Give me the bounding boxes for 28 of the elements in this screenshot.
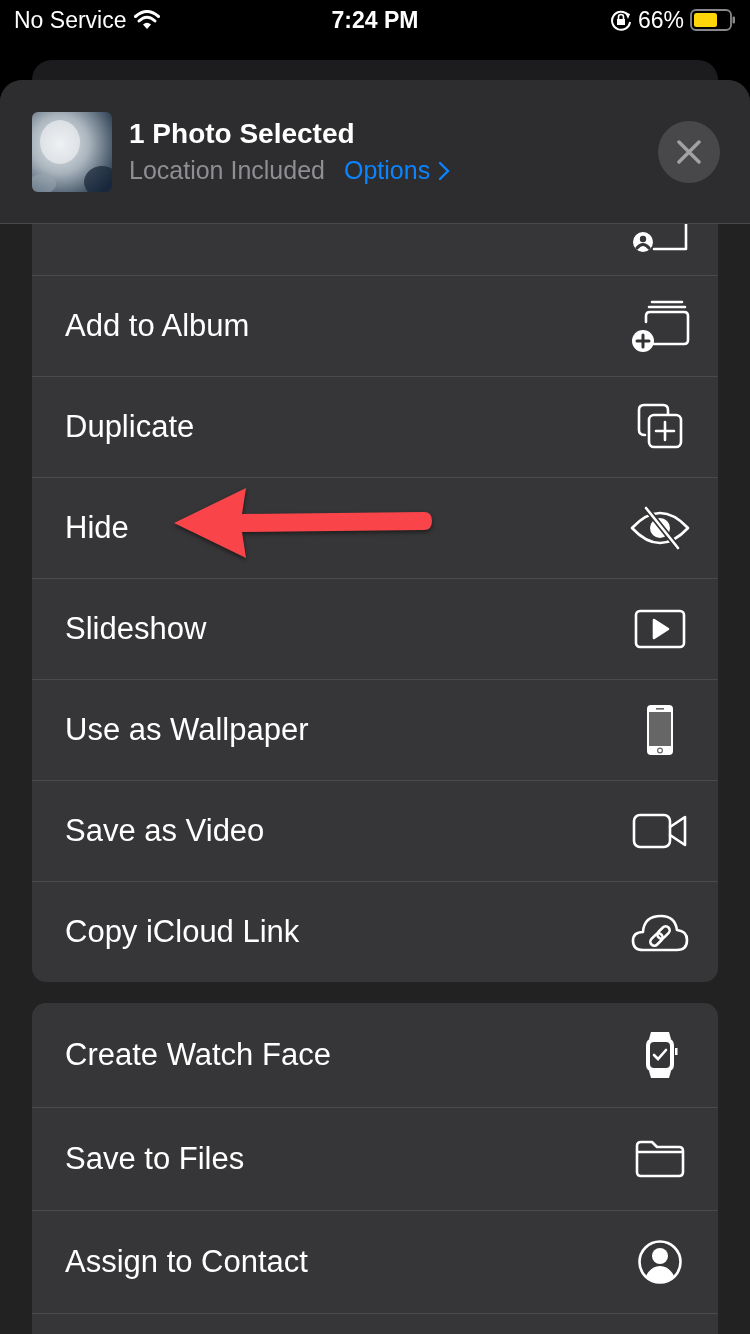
action-row[interactable]: Copy iCloud Link xyxy=(32,881,718,982)
action-row[interactable]: Save to Files xyxy=(32,1106,718,1210)
action-row[interactable]: Add to Album xyxy=(32,275,718,376)
chevron-icon xyxy=(438,160,451,181)
battery-icon xyxy=(690,9,736,31)
carrier-text: No Service xyxy=(14,6,127,34)
wifi-icon xyxy=(134,10,161,30)
contact-icon xyxy=(637,1238,683,1285)
folder-icon xyxy=(635,1139,685,1178)
video-camera-icon xyxy=(632,813,688,849)
action-row[interactable]: Slideshow xyxy=(32,578,718,679)
action-row[interactable]: Create Watch Face xyxy=(32,1003,718,1107)
action-row[interactable]: Use as Wallpaper xyxy=(32,679,718,780)
options-link[interactable]: Options xyxy=(344,156,431,185)
phone-icon xyxy=(646,704,674,756)
eye-slash-icon xyxy=(630,506,690,550)
action-row[interactable]: Duplicate xyxy=(32,376,718,477)
battery-percent: 66% xyxy=(637,6,684,34)
location-text: Location Included xyxy=(129,156,325,185)
action-row[interactable]: Hide xyxy=(32,477,718,578)
action-row[interactable]: Save as Video xyxy=(32,780,718,881)
cloud-link-icon xyxy=(631,912,689,952)
close-icon xyxy=(677,139,701,164)
play-icon xyxy=(634,609,686,649)
action-row[interactable]: Assign to Contact xyxy=(32,1210,718,1314)
rotation-lock-icon xyxy=(609,9,632,31)
clock-text: 7:24 PM xyxy=(331,6,419,33)
sheet-title: 1 Photo Selected xyxy=(129,118,356,150)
